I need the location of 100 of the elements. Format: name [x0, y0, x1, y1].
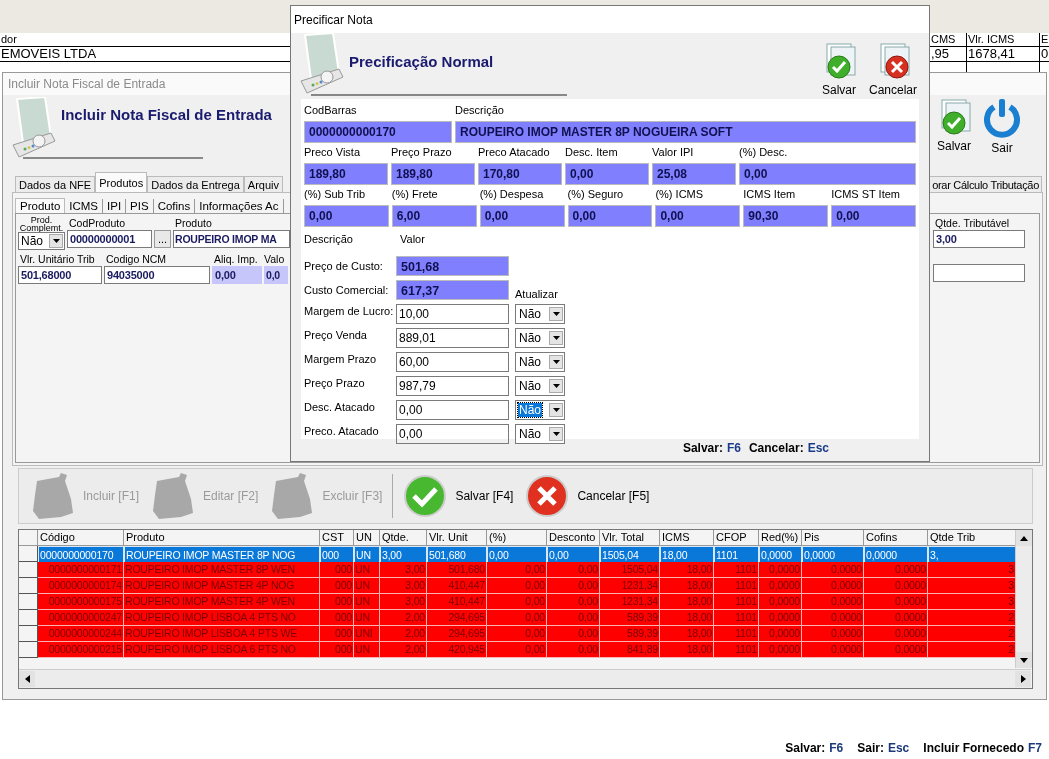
window-title: Incluir Nota Fiscal de Entrada: [8, 77, 166, 91]
row-header[interactable]: [19, 578, 38, 594]
column-header[interactable]: Vlr. Unit: [427, 530, 487, 546]
table-cell: 1101: [714, 610, 759, 626]
table-cell: 0,00: [547, 626, 600, 642]
window-title: Precificar Nota: [294, 12, 373, 27]
table-cell: 0000000000244: [38, 626, 124, 642]
column-header[interactable]: (%): [487, 530, 547, 546]
dropdown[interactable]: Não: [515, 352, 565, 372]
tab[interactable]: Cofins: [153, 199, 196, 213]
field-label: CodProduto: [68, 216, 127, 230]
dropdown[interactable]: Não: [18, 232, 65, 250]
table-cell: 294,695: [427, 610, 487, 626]
shortcut-key: F6: [829, 741, 844, 755]
text-field[interactable]: 0,00: [396, 424, 509, 444]
column-header[interactable]: Qtde.: [380, 530, 427, 546]
table-cell: 501,680: [427, 562, 487, 578]
table-cell: 1678,41: [967, 47, 1039, 62]
header-title: Incluir Nota Fiscal de Entrada: [61, 106, 272, 123]
save-button[interactable]: Salvar: [934, 97, 974, 155]
tab[interactable]: Dados da Entrega: [147, 176, 244, 192]
column-header[interactable]: Cofins: [864, 530, 928, 546]
tab[interactable]: IPI: [103, 199, 127, 213]
value-field: 0,00: [479, 205, 565, 227]
column-header[interactable]: UN: [354, 530, 380, 546]
table-cell: UN: [354, 594, 380, 610]
column-header[interactable]: ICMS: [660, 530, 714, 546]
column-header[interactable]: Pis: [802, 530, 864, 546]
caret-icon: [552, 384, 560, 388]
cost-field: 617,37: [396, 280, 509, 300]
tab[interactable]: Arquiv: [243, 176, 284, 192]
text-field[interactable]: 94035000: [104, 266, 210, 284]
tab[interactable]: orar Cálculo Tributação: [929, 176, 1042, 192]
field-label: Aliq. Imp.: [213, 252, 259, 266]
column-header[interactable]: Código: [38, 530, 124, 546]
tab[interactable]: PIS: [126, 199, 154, 213]
dropdown[interactable]: Não: [515, 400, 565, 420]
text-field[interactable]: ROUPEIRO IMOP MA: [173, 230, 290, 248]
field-label: (%) Despesa: [479, 187, 545, 202]
column-header[interactable]: Vlr. Total: [600, 530, 660, 546]
field-label: ICMS ST Item: [831, 187, 901, 202]
value-field: 170,80: [478, 163, 562, 185]
table-cell: 1101: [714, 594, 759, 610]
text-field[interactable]: 0,00: [396, 400, 509, 420]
dropdown[interactable]: Não: [515, 304, 565, 324]
table-cell: 0,0000: [759, 594, 802, 610]
tab[interactable]: Dados da NFE: [15, 176, 96, 192]
table-cell: 3: [928, 578, 1016, 594]
row-header[interactable]: [19, 626, 38, 642]
row-header[interactable]: [19, 546, 38, 562]
field-label: Prod. Complemt.: [18, 216, 65, 232]
shortcut-label: Salvar:: [682, 441, 723, 455]
table-cell: 3,00: [380, 562, 427, 578]
field-label: Codigo NCM: [105, 252, 168, 266]
column-header[interactable]: Desconto: [547, 530, 600, 546]
column-header[interactable]: CST: [320, 530, 354, 546]
row-header[interactable]: [19, 610, 38, 626]
toolbar-button[interactable]: Cancelar [F5]: [519, 474, 656, 518]
tab[interactable]: Produtos: [95, 172, 148, 192]
dropdown[interactable]: Não: [515, 424, 565, 444]
text-field[interactable]: [933, 264, 1025, 282]
column-header[interactable]: Qtde Trib: [928, 530, 1016, 546]
table-cell: 589,39: [600, 626, 660, 642]
vertical-scrollbar[interactable]: [1015, 530, 1032, 668]
text-field[interactable]: 3,00: [933, 230, 1025, 248]
column-header: Valor: [399, 232, 426, 247]
arrow-up-icon: [1020, 535, 1028, 541]
row-header[interactable]: [19, 594, 38, 610]
text-field[interactable]: 10,00: [396, 304, 509, 324]
tab[interactable]: ICMS: [65, 199, 104, 213]
tab[interactable]: Produto: [15, 198, 66, 213]
dropdown[interactable]: Não: [515, 376, 565, 396]
text-field[interactable]: 987,79: [396, 376, 509, 396]
dropdown[interactable]: Não: [515, 328, 565, 348]
value-field: 0,00: [565, 163, 649, 185]
text-field[interactable]: 501,68000: [18, 266, 102, 284]
field-label: (%) ICMS: [655, 187, 705, 202]
column-header[interactable]: Produto: [124, 530, 320, 546]
tab[interactable]: Informações Ac: [195, 199, 284, 213]
column-header[interactable]: CFOP: [714, 530, 759, 546]
row-header[interactable]: [19, 562, 38, 578]
text-field[interactable]: 889,01: [396, 328, 509, 348]
column-header[interactable]: Red(%): [759, 530, 802, 546]
column-header: Vlr. ICMS: [967, 33, 1039, 47]
shortcut-key: F6: [726, 441, 741, 455]
table-cell: 0,0000: [759, 626, 802, 642]
toolbar-button[interactable]: Salvar [F4]: [397, 474, 520, 518]
table-cell: 2: [928, 642, 1016, 658]
table-cell: 1101: [714, 642, 759, 658]
shortcut-key: Esc: [887, 741, 910, 755]
arrow-left-icon: [24, 675, 30, 683]
exit-button[interactable]: Sair: [982, 97, 1022, 155]
horizontal-scrollbar[interactable]: [19, 669, 1031, 688]
shortcut-label: Salvar:: [785, 741, 826, 755]
table-cell: 2,00: [380, 626, 427, 642]
text-field[interactable]: 00000000001: [67, 230, 152, 248]
text-field[interactable]: 60,00: [396, 352, 509, 372]
row-header[interactable]: [19, 642, 38, 658]
table-cell: 0,0000: [759, 578, 802, 594]
lookup-button[interactable]: ...: [154, 230, 171, 248]
